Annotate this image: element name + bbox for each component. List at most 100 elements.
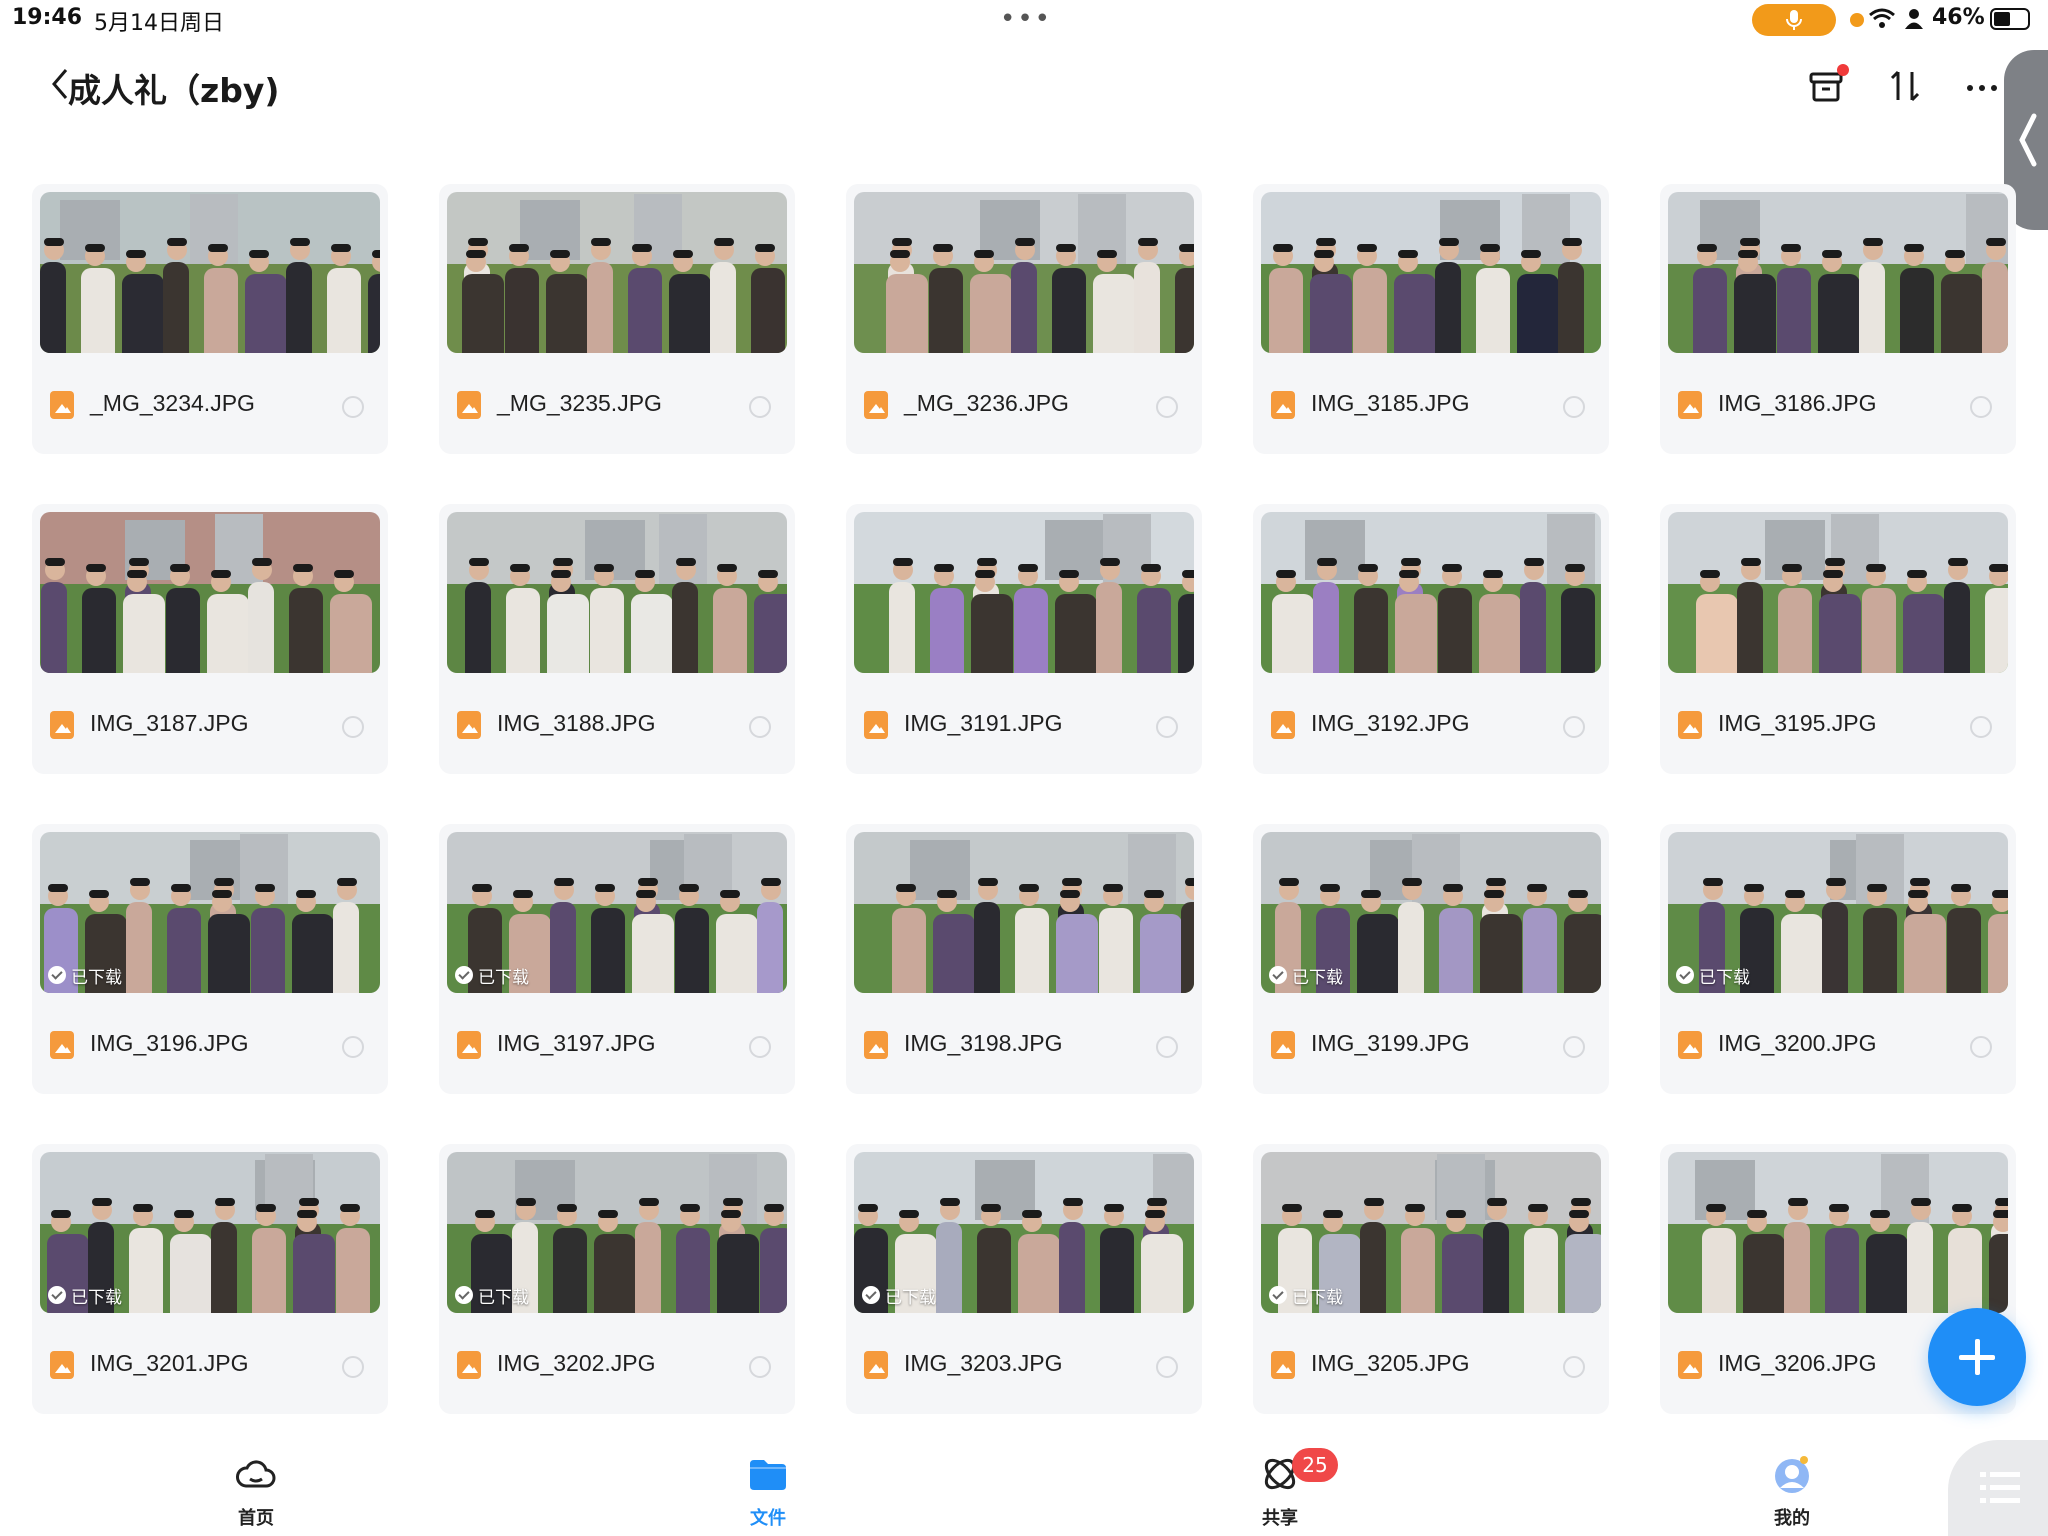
select-radio[interactable] bbox=[342, 1356, 364, 1378]
file-name: IMG_3196.JPG bbox=[90, 1030, 249, 1056]
photo-thumbnail[interactable] bbox=[40, 192, 380, 353]
chevron-left-icon bbox=[2019, 113, 2037, 167]
image-file-icon bbox=[864, 711, 888, 739]
select-radio[interactable] bbox=[1156, 1356, 1178, 1378]
file-card[interactable]: _MG_3234.JPG bbox=[32, 184, 388, 454]
select-radio[interactable] bbox=[342, 1036, 364, 1058]
select-radio[interactable] bbox=[1970, 1036, 1992, 1058]
file-card[interactable]: _MG_3236.JPG bbox=[846, 184, 1202, 454]
select-radio[interactable] bbox=[1970, 716, 1992, 738]
file-card[interactable]: 已下载 IMG_3196.JPG bbox=[32, 824, 388, 1094]
photo-thumbnail[interactable] bbox=[1261, 512, 1601, 673]
photo-thumbnail[interactable] bbox=[854, 512, 1194, 673]
downloaded-label: 已下载 bbox=[478, 1287, 529, 1308]
select-radio[interactable] bbox=[342, 716, 364, 738]
select-radio[interactable] bbox=[1563, 1356, 1585, 1378]
photo-thumbnail[interactable] bbox=[854, 192, 1194, 353]
select-radio[interactable] bbox=[1563, 396, 1585, 418]
image-file-icon bbox=[457, 1031, 481, 1059]
file-card[interactable]: _MG_3235.JPG bbox=[439, 184, 795, 454]
multitasking-dots-icon[interactable]: ••• bbox=[1000, 4, 1052, 34]
photo-thumbnail[interactable] bbox=[447, 512, 787, 673]
select-radio[interactable] bbox=[1156, 396, 1178, 418]
downloaded-badge: 已下载 bbox=[455, 963, 529, 988]
image-file-icon bbox=[864, 1351, 888, 1379]
image-file-icon bbox=[457, 391, 481, 419]
file-name: IMG_3198.JPG bbox=[904, 1030, 1063, 1056]
photo-thumbnail[interactable]: 已下载 bbox=[447, 1152, 787, 1313]
file-card[interactable]: IMG_3191.JPG bbox=[846, 504, 1202, 774]
photo-thumbnail[interactable] bbox=[40, 512, 380, 673]
select-radio[interactable] bbox=[749, 1036, 771, 1058]
file-card[interactable]: IMG_3186.JPG bbox=[1660, 184, 2016, 454]
select-radio[interactable] bbox=[1970, 396, 1992, 418]
check-circle-icon bbox=[48, 1286, 66, 1304]
select-radio[interactable] bbox=[1156, 716, 1178, 738]
photo-thumbnail[interactable]: 已下载 bbox=[1261, 832, 1601, 993]
file-card[interactable]: IMG_3188.JPG bbox=[439, 504, 795, 774]
file-card[interactable]: IMG_3195.JPG bbox=[1660, 504, 2016, 774]
select-radio[interactable] bbox=[1563, 1036, 1585, 1058]
nav-home[interactable]: 首页 bbox=[196, 1452, 316, 1530]
downloaded-label: 已下载 bbox=[478, 967, 529, 988]
check-circle-icon bbox=[1269, 1286, 1287, 1304]
file-name: _MG_3235.JPG bbox=[497, 390, 662, 416]
share-count-badge: 25 bbox=[1292, 1448, 1338, 1482]
status-bar: 19:46 5月14日周日 ••• 46% bbox=[0, 0, 2048, 40]
photo-thumbnail[interactable]: 已下载 bbox=[40, 1152, 380, 1313]
file-card[interactable]: 已下载 IMG_3202.JPG bbox=[439, 1144, 795, 1414]
downloaded-label: 已下载 bbox=[1292, 967, 1343, 988]
archive-box-icon[interactable] bbox=[1805, 64, 1849, 108]
image-file-icon bbox=[1678, 391, 1702, 419]
file-card[interactable]: IMG_3198.JPG bbox=[846, 824, 1202, 1094]
photo-thumbnail[interactable] bbox=[1668, 512, 2008, 673]
select-radio[interactable] bbox=[342, 396, 364, 418]
file-card[interactable]: 已下载 IMG_3199.JPG bbox=[1253, 824, 1609, 1094]
image-file-icon bbox=[1271, 1031, 1295, 1059]
header: 成人礼（zby) bbox=[0, 40, 2048, 130]
privacy-indicator-dot bbox=[1850, 13, 1864, 27]
image-file-icon bbox=[864, 1031, 888, 1059]
downloaded-badge: 已下载 bbox=[1269, 1283, 1343, 1308]
select-radio[interactable] bbox=[1563, 716, 1585, 738]
sort-icon[interactable] bbox=[1884, 64, 1928, 108]
file-card[interactable]: IMG_3187.JPG bbox=[32, 504, 388, 774]
microphone-indicator-icon bbox=[1752, 4, 1836, 36]
nav-mine[interactable]: 我的 bbox=[1732, 1452, 1852, 1530]
select-radio[interactable] bbox=[1156, 1036, 1178, 1058]
photo-thumbnail[interactable] bbox=[447, 192, 787, 353]
photo-thumbnail[interactable]: 已下载 bbox=[1668, 832, 2008, 993]
file-card[interactable]: 已下载 IMG_3205.JPG bbox=[1253, 1144, 1609, 1414]
photo-thumbnail[interactable] bbox=[1668, 192, 2008, 353]
file-card[interactable]: 已下载 IMG_3201.JPG bbox=[32, 1144, 388, 1414]
image-file-icon bbox=[50, 711, 74, 739]
file-card[interactable]: 已下载 IMG_3197.JPG bbox=[439, 824, 795, 1094]
select-radio[interactable] bbox=[749, 396, 771, 418]
image-file-icon bbox=[1271, 1351, 1295, 1379]
add-button[interactable] bbox=[1928, 1308, 2026, 1406]
file-card[interactable]: IMG_3192.JPG bbox=[1253, 504, 1609, 774]
photo-thumbnail[interactable]: 已下载 bbox=[854, 1152, 1194, 1313]
file-card[interactable]: 已下载 IMG_3200.JPG bbox=[1660, 824, 2016, 1094]
file-card[interactable]: 已下载 IMG_3203.JPG bbox=[846, 1144, 1202, 1414]
file-card[interactable]: IMG_3185.JPG bbox=[1253, 184, 1609, 454]
image-file-icon bbox=[1678, 711, 1702, 739]
file-name: IMG_3206.JPG bbox=[1718, 1350, 1877, 1376]
nav-files[interactable]: 文件 bbox=[708, 1452, 828, 1530]
downloaded-label: 已下载 bbox=[1292, 1287, 1343, 1308]
photo-thumbnail[interactable]: 已下载 bbox=[40, 832, 380, 993]
image-file-icon bbox=[1271, 711, 1295, 739]
file-name: IMG_3195.JPG bbox=[1718, 710, 1877, 736]
photo-thumbnail[interactable]: 已下载 bbox=[447, 832, 787, 993]
photo-thumbnail[interactable] bbox=[1668, 1152, 2008, 1313]
photo-thumbnail[interactable]: 已下载 bbox=[1261, 1152, 1601, 1313]
downloaded-label: 已下载 bbox=[885, 1287, 936, 1308]
select-radio[interactable] bbox=[749, 1356, 771, 1378]
photo-thumbnail[interactable] bbox=[1261, 192, 1601, 353]
list-view-toggle[interactable] bbox=[1948, 1440, 2048, 1536]
more-options-icon[interactable] bbox=[1962, 64, 2006, 108]
nav-home-label: 首页 bbox=[238, 1508, 274, 1529]
photo-thumbnail[interactable] bbox=[854, 832, 1194, 993]
downloaded-label: 已下载 bbox=[71, 1287, 122, 1308]
select-radio[interactable] bbox=[749, 716, 771, 738]
